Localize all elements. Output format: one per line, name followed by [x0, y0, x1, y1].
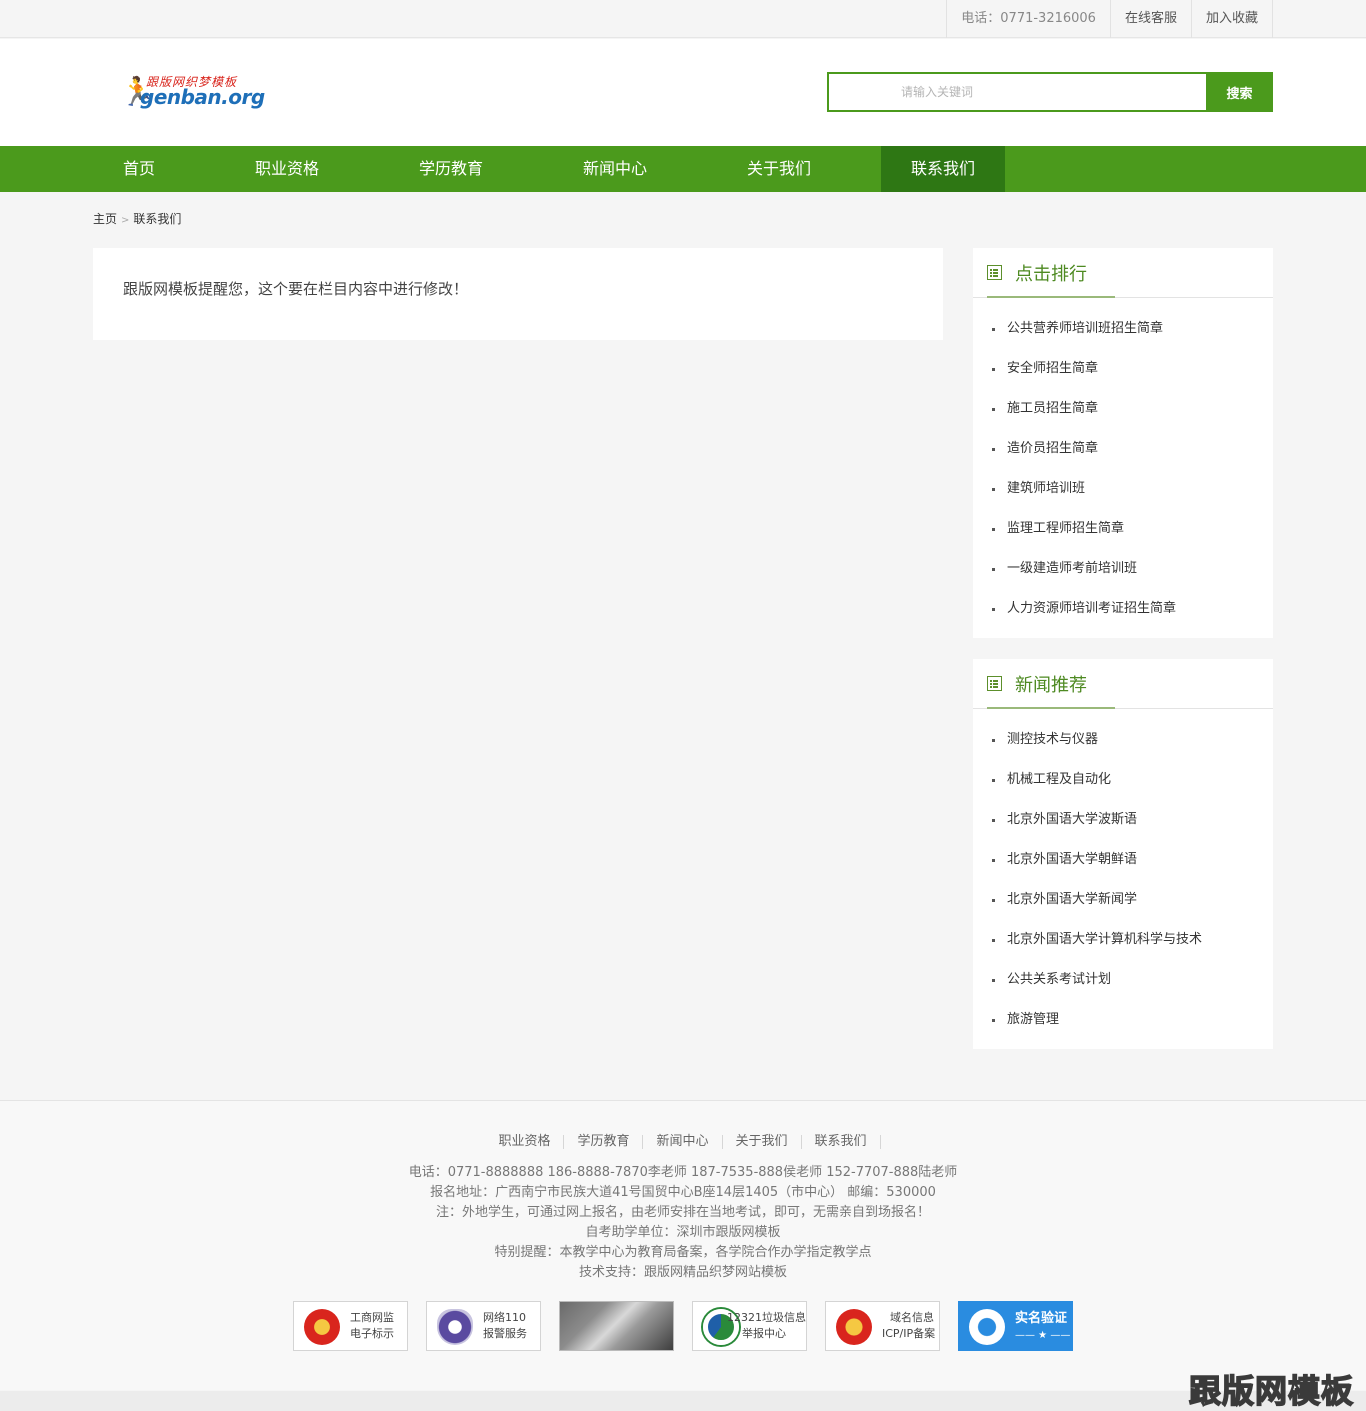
main-nav: 首页 职业资格 学历教育 新闻中心 关于我们 联系我们 — [0, 146, 1366, 192]
list-item[interactable]: 人力资源师培训考证招生简章 — [973, 589, 1273, 629]
top-links: 电话：0771-3216006 在线客服 加入收藏 — [946, 0, 1273, 38]
badge-icp[interactable]: 域名信息 ICP/IP备案 — [825, 1301, 940, 1351]
list-icon — [987, 676, 1002, 691]
list-icon — [987, 265, 1002, 280]
footer-link-about[interactable]: 关于我们 — [723, 1135, 802, 1149]
add-favorite-link[interactable]: 加入收藏 — [1192, 0, 1273, 38]
list-item[interactable]: 监理工程师招生简章 — [973, 509, 1273, 549]
title-underline — [987, 296, 1115, 298]
list-item[interactable]: 北京外国语大学新闻学 — [973, 880, 1273, 920]
icp-emblem-icon — [836, 1309, 872, 1345]
news-panel-header: 新闻推荐 — [973, 659, 1273, 709]
badge-line2: —— ★ —— — [1015, 1330, 1071, 1341]
badge-line2: 电子标示 — [350, 1327, 394, 1340]
verify-v-icon — [969, 1309, 1005, 1345]
list-item[interactable]: 旅游管理 — [973, 1000, 1273, 1040]
site-logo[interactable]: 跟版网织梦模板 🏃 genban.org — [120, 73, 265, 113]
list-item[interactable]: 公共关系考试计划 — [973, 960, 1273, 1000]
search-bar: 搜索 — [827, 72, 1273, 112]
badge-photo[interactable] — [559, 1301, 674, 1351]
nav-item-education[interactable]: 学历教育 — [389, 146, 513, 192]
bottom-strip — [0, 1391, 1366, 1411]
breadcrumb: 主页 > 联系我们 — [93, 210, 181, 227]
footer-info: 电话：0771-8888888 186-8888-7870李老师 187-753… — [0, 1163, 1366, 1283]
footer-link-contact[interactable]: 联系我们 — [802, 1135, 881, 1149]
list-item[interactable]: 测控技术与仪器 — [973, 720, 1273, 760]
list-item[interactable]: 机械工程及自动化 — [973, 760, 1273, 800]
nav-item-qualification[interactable]: 职业资格 — [225, 146, 349, 192]
nav-item-about[interactable]: 关于我们 — [717, 146, 841, 192]
news-title: 新闻推荐 — [1015, 675, 1087, 696]
online-service-link[interactable]: 在线客服 — [1111, 0, 1192, 38]
footer: 职业资格 学历教育 新闻中心 关于我们 联系我们 电话：0771-8888888 186… — [0, 1100, 1366, 1390]
list-item[interactable]: 建筑师培训班 — [973, 469, 1273, 509]
footer-phone: 电话：0771-8888888 186-8888-7870李老师 187-753… — [408, 1165, 958, 1180]
content-box: 跟版网模板提醒您，这个要在栏目内容中进行修改！ — [93, 248, 943, 340]
badge-real-name[interactable]: 实名验证 —— ★ —— — [958, 1301, 1073, 1351]
badge-line1: 域名信息 — [890, 1311, 934, 1324]
content-text: 跟版网模板提醒您，这个要在栏目内容中进行修改！ — [123, 280, 469, 298]
list-item[interactable]: 北京外国语大学计算机科学与技术 — [973, 920, 1273, 960]
breadcrumb-home[interactable]: 主页 — [93, 212, 117, 226]
nav-item-home[interactable]: 首页 — [93, 146, 185, 192]
title-underline — [987, 707, 1115, 709]
list-item[interactable]: 公共营养师培训班招生简章 — [973, 309, 1273, 349]
nav-item-news[interactable]: 新闻中心 — [553, 146, 677, 192]
footer-link-qualification[interactable]: 职业资格 — [485, 1135, 565, 1149]
search-input[interactable] — [827, 72, 1206, 112]
footer-reminder: 特别提醒：本教学中心为教育局备案，各学院合作办学指定教学点 — [494, 1245, 872, 1260]
badge-line1: 工商网监 — [350, 1311, 394, 1324]
badge-line1: 实名验证 — [1015, 1311, 1068, 1326]
news-panel: 新闻推荐 测控技术与仪器 机械工程及自动化 北京外国语大学波斯语 北京外国语大学… — [973, 659, 1273, 1049]
list-item[interactable]: 一级建造师考前培训班 — [973, 549, 1273, 589]
header: 跟版网织梦模板 🏃 genban.org 搜索 — [0, 39, 1366, 146]
ranking-panel-header: 点击排行 — [973, 248, 1273, 298]
list-item[interactable]: 安全师招生简章 — [973, 349, 1273, 389]
list-item[interactable]: 造价员招生简章 — [973, 429, 1273, 469]
top-phone: 电话：0771-3216006 — [947, 0, 1111, 38]
logo-wordmark: genban.org — [140, 85, 265, 109]
news-list: 测控技术与仪器 机械工程及自动化 北京外国语大学波斯语 北京外国语大学朝鲜语 北… — [973, 709, 1273, 1040]
badge-line1: 12321垃圾信息 — [727, 1311, 806, 1324]
ranking-list: 公共营养师培训班招生简章 安全师招生简章 施工员招生简章 造价员招生简章 建筑师… — [973, 298, 1273, 629]
watermark: 跟版网模板 — [1188, 1371, 1354, 1411]
search-button[interactable]: 搜索 — [1206, 72, 1273, 112]
breadcrumb-separator: > — [121, 215, 130, 226]
breadcrumb-current[interactable]: 联系我们 — [133, 212, 181, 226]
footer-note: 注：外地学生，可通过网上报名，由老师安排在当地考试，即可，无需亲自到场报名！ — [435, 1205, 930, 1220]
ranking-title: 点击排行 — [1015, 264, 1087, 285]
list-item[interactable]: 北京外国语大学波斯语 — [973, 800, 1273, 840]
footer-address: 报名地址：广西南宁市民族大道41号国贸中心B座14层1405（市中心） 邮编：5… — [430, 1185, 936, 1200]
badge-line1: 网络110 — [483, 1311, 526, 1324]
footer-link-news[interactable]: 新闻中心 — [643, 1135, 723, 1149]
footer-unit: 自考助学单位：深圳市跟版网模板 — [585, 1225, 781, 1240]
badge-net-110[interactable]: 网络110 报警服务 — [426, 1301, 541, 1351]
badge-line2: ICP/IP备案 — [882, 1327, 936, 1340]
badge-line2: 报警服务 — [483, 1327, 527, 1340]
footer-nav: 职业资格 学历教育 新闻中心 关于我们 联系我们 — [0, 1134, 1366, 1149]
badge-spam-report[interactable]: 12321垃圾信息 举报中心 — [692, 1301, 807, 1351]
nav-item-contact[interactable]: 联系我们 — [881, 146, 1005, 192]
top-bar: 电话：0771-3216006 在线客服 加入收藏 — [0, 0, 1366, 38]
list-item[interactable]: 北京外国语大学朝鲜语 — [973, 840, 1273, 880]
badge-business-monitor[interactable]: 工商网监 电子标示 — [293, 1301, 408, 1351]
list-item[interactable]: 施工员招生简章 — [973, 389, 1273, 429]
footer-support: 技术支持：跟版网精品织梦网站模板 — [578, 1265, 787, 1280]
police-emblem-icon — [304, 1309, 340, 1345]
footer-link-education[interactable]: 学历教育 — [564, 1135, 644, 1149]
police-shield-icon — [437, 1309, 473, 1345]
badge-line2: 举报中心 — [742, 1327, 786, 1340]
ranking-panel: 点击排行 公共营养师培训班招生简章 安全师招生简章 施工员招生简章 造价员招生简… — [973, 248, 1273, 638]
